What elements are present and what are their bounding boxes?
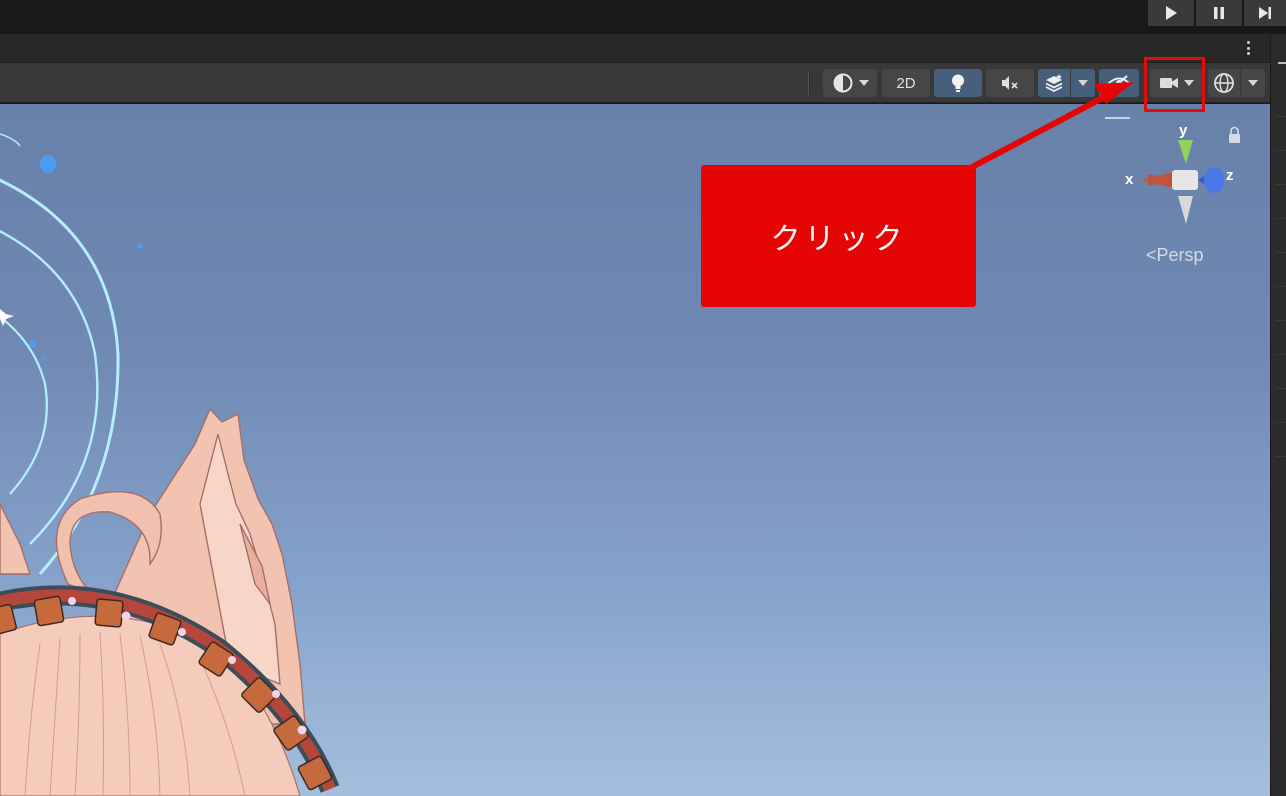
lighting-toggle-button[interactable]: [934, 69, 982, 97]
play-button[interactable]: [1148, 0, 1194, 26]
gizmo-x-label[interactable]: x: [1125, 171, 1133, 188]
annotation-highlight-box: [1144, 57, 1205, 112]
scene-visibility-icon: [1107, 75, 1131, 91]
gizmo-z-label[interactable]: z: [1226, 167, 1234, 184]
shading-mode-icon: [833, 73, 852, 93]
gizmos-dropdown[interactable]: [1241, 69, 1265, 97]
2d-toggle-button[interactable]: 2D: [882, 69, 930, 97]
chevron-down-icon: [1248, 80, 1258, 86]
gizmos-toggle-button[interactable]: [1208, 69, 1240, 97]
pause-button[interactable]: [1196, 0, 1242, 26]
scene-viewport[interactable]: y x z: [0, 104, 1270, 796]
pause-icon: [1214, 7, 1224, 19]
audio-toggle-button[interactable]: [986, 69, 1034, 97]
step-button[interactable]: [1244, 0, 1286, 26]
annotation-callout: クリック: [701, 165, 976, 307]
scene-render: [0, 117, 1240, 796]
effects-dropdown[interactable]: [1071, 69, 1095, 97]
chevron-left-icon: <: [1146, 245, 1157, 265]
more-options-icon[interactable]: [1246, 39, 1252, 57]
effects-toggle-button[interactable]: [1038, 69, 1070, 97]
scene-visibility-toggle[interactable]: [1099, 69, 1139, 97]
scene-toolbar: 2D: [0, 63, 1270, 103]
draw-mode-dropdown[interactable]: [823, 69, 877, 97]
projection-toggle[interactable]: <Persp: [1146, 245, 1204, 266]
toolbar-separator: [808, 71, 810, 95]
chevron-down-icon: [858, 80, 869, 86]
audio-mute-icon: [1002, 76, 1018, 90]
side-panel-edge: [1270, 34, 1286, 796]
scene-tab-header: [0, 34, 1270, 63]
play-controls-bar: [0, 0, 1286, 34]
chevron-down-icon: [1078, 80, 1088, 86]
light-bulb-icon: [952, 74, 964, 92]
gizmos-icon: [1214, 73, 1234, 93]
lock-icon: [1229, 126, 1240, 143]
gizmo-y-label[interactable]: y: [1179, 122, 1187, 139]
step-icon: [1259, 7, 1271, 19]
play-icon: [1166, 6, 1177, 20]
projection-label: Persp: [1156, 245, 1204, 265]
effects-layers-icon: [1045, 74, 1063, 93]
